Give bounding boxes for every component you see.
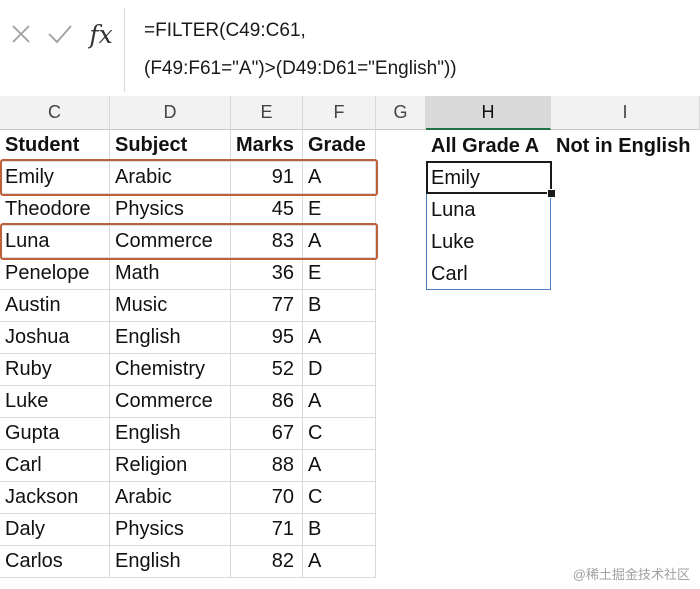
enter-button[interactable] bbox=[44, 14, 76, 54]
column-header-e[interactable]: E bbox=[231, 96, 303, 130]
column-header-f[interactable]: F bbox=[303, 96, 376, 130]
formula-line-1: =FILTER(C49:C61, bbox=[144, 20, 306, 41]
grade-cell[interactable]: E bbox=[303, 194, 376, 226]
column-header-d[interactable]: D bbox=[110, 96, 231, 130]
column-header-i[interactable]: I bbox=[551, 96, 700, 130]
subject-cell[interactable]: English bbox=[110, 546, 231, 578]
grade-cell[interactable]: A bbox=[303, 546, 376, 578]
formula-bar: fx =FILTER(C49:C61, (F49:F61="A")>(D49:D… bbox=[0, 0, 700, 97]
formula-bar-divider bbox=[124, 8, 125, 92]
formula-input[interactable]: =FILTER(C49:C61, (F49:F61="A")>(D49:D61=… bbox=[144, 12, 684, 88]
student-cell[interactable]: Austin bbox=[0, 290, 110, 322]
marks-cell[interactable]: 86 bbox=[231, 386, 303, 418]
empty-cell[interactable] bbox=[376, 130, 426, 162]
marks-cell[interactable]: 95 bbox=[231, 322, 303, 354]
grade-cell[interactable]: C bbox=[303, 418, 376, 450]
student-cell[interactable]: Luke bbox=[0, 386, 110, 418]
marks-cell[interactable]: 71 bbox=[231, 514, 303, 546]
marks-cell[interactable]: 45 bbox=[231, 194, 303, 226]
marks-cell[interactable]: 52 bbox=[231, 354, 303, 386]
column-header-g[interactable]: G bbox=[376, 96, 426, 130]
watermark: @稀土掘金技术社区 bbox=[572, 567, 690, 582]
subject-cell[interactable]: Music bbox=[110, 290, 231, 322]
grade-cell[interactable]: E bbox=[303, 258, 376, 290]
header-grade[interactable]: Grade bbox=[303, 130, 376, 162]
marks-cell[interactable]: 82 bbox=[231, 546, 303, 578]
marks-cell[interactable]: 88 bbox=[231, 450, 303, 482]
student-cell[interactable]: Daly bbox=[0, 514, 110, 546]
student-cell[interactable]: Joshua bbox=[0, 322, 110, 354]
check-icon bbox=[48, 25, 72, 44]
highlight-emily-row bbox=[0, 159, 378, 196]
highlight-luna-row bbox=[0, 223, 378, 260]
student-cell[interactable]: Penelope bbox=[0, 258, 110, 290]
column-header-c[interactable]: C bbox=[0, 96, 110, 130]
column-header-h[interactable]: H bbox=[426, 96, 551, 130]
student-cell[interactable]: Carl bbox=[0, 450, 110, 482]
grade-cell[interactable]: B bbox=[303, 514, 376, 546]
active-cell-border bbox=[426, 161, 552, 194]
subject-cell[interactable]: English bbox=[110, 322, 231, 354]
formula-line-2: (F49:F61="A")>(D49:D61="English")) bbox=[144, 58, 457, 79]
header-not-in-english[interactable]: Not in English bbox=[551, 130, 700, 162]
marks-cell[interactable]: 77 bbox=[231, 290, 303, 322]
insert-function-button[interactable]: fx bbox=[84, 14, 118, 54]
subject-cell[interactable]: Arabic bbox=[110, 482, 231, 514]
header-student[interactable]: Student bbox=[0, 130, 110, 162]
student-cell[interactable]: Carlos bbox=[0, 546, 110, 578]
header-all-grade-a[interactable]: All Grade A bbox=[426, 130, 551, 162]
grade-cell[interactable]: C bbox=[303, 482, 376, 514]
grade-cell[interactable]: D bbox=[303, 354, 376, 386]
subject-cell[interactable]: Physics bbox=[110, 514, 231, 546]
student-cell[interactable]: Jackson bbox=[0, 482, 110, 514]
subject-cell[interactable]: Chemistry bbox=[110, 354, 231, 386]
subject-cell[interactable]: Math bbox=[110, 258, 231, 290]
fill-handle[interactable] bbox=[547, 189, 556, 198]
grade-cell[interactable]: A bbox=[303, 450, 376, 482]
grade-cell[interactable]: A bbox=[303, 386, 376, 418]
grade-cell[interactable]: B bbox=[303, 290, 376, 322]
student-cell[interactable]: Ruby bbox=[0, 354, 110, 386]
header-subject[interactable]: Subject bbox=[110, 130, 231, 162]
marks-cell[interactable]: 36 bbox=[231, 258, 303, 290]
marks-cell[interactable]: 67 bbox=[231, 418, 303, 450]
cancel-button[interactable] bbox=[6, 14, 36, 54]
marks-cell[interactable]: 70 bbox=[231, 482, 303, 514]
student-cell[interactable]: Gupta bbox=[0, 418, 110, 450]
student-cell[interactable]: Theodore bbox=[0, 194, 110, 226]
subject-cell[interactable]: Physics bbox=[110, 194, 231, 226]
subject-cell[interactable]: English bbox=[110, 418, 231, 450]
header-marks[interactable]: Marks bbox=[231, 130, 303, 162]
x-icon bbox=[12, 25, 30, 43]
grade-cell[interactable]: A bbox=[303, 322, 376, 354]
subject-cell[interactable]: Commerce bbox=[110, 386, 231, 418]
subject-cell[interactable]: Religion bbox=[110, 450, 231, 482]
